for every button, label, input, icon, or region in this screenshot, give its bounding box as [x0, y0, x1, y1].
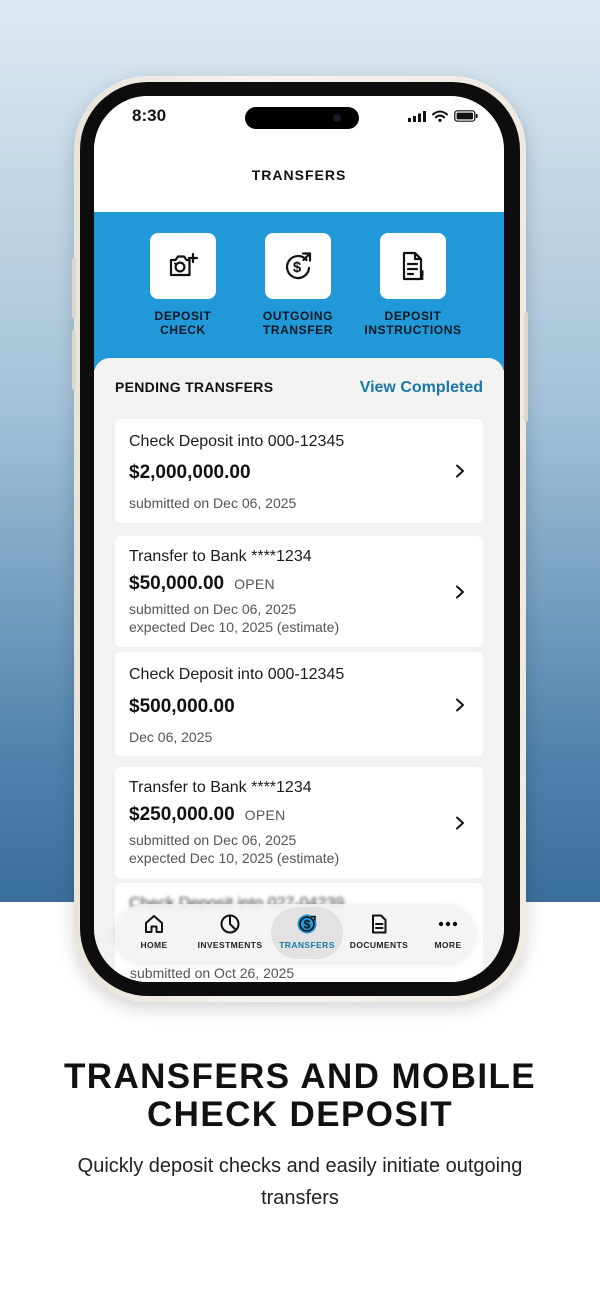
outgoing-transfer-button[interactable]: $ OUTGOING TRANSFER [238, 233, 358, 337]
document-icon [372, 914, 387, 934]
chevron-right-icon [456, 698, 464, 712]
deposit-check-label: DEPOSIT CHECK [154, 309, 212, 337]
status-time: 8:30 [132, 106, 167, 125]
card-submitted: submitted on Oct 26, 2025 [130, 965, 295, 981]
tab-investments[interactable]: INVESTMENTS [195, 904, 265, 962]
deposit-instructions-button[interactable]: DEPOSIT INSTRUCTIONS [353, 233, 473, 337]
tab-label: MORE [434, 940, 462, 950]
battery-icon [454, 110, 478, 122]
page-title: TRANSFERS [251, 167, 347, 183]
transfer-card[interactable]: Transfer to Bank ****1234 $50,000.00 OPEN… [115, 536, 483, 647]
pie-chart-icon [220, 914, 240, 934]
chevron-right-icon [456, 816, 464, 830]
marketing-headline: TRANSFERS AND MOBILE CHECK DEPOSIT [64, 1057, 536, 1134]
quick-actions: DEPOSIT CHECK $ OUTGOING TRANSFER DEPOSI… [94, 212, 504, 370]
status-badge: OPEN [234, 576, 275, 592]
camera-plus-icon [169, 252, 199, 277]
svg-text:$: $ [304, 918, 311, 932]
tab-documents[interactable]: DOCUMENTS [344, 904, 414, 962]
card-date: Dec 06, 2025 [129, 729, 213, 745]
status-badge: OPEN [244, 807, 286, 823]
phone-screen: 8:30 TRANSFERS DEPOSIT CHECK $ OUTGOING … [94, 96, 504, 982]
tab-more[interactable]: MORE [413, 904, 483, 962]
home-icon [145, 915, 163, 933]
section-title: PENDING TRANSFERS [115, 379, 274, 395]
deposit-instructions-label: DEPOSIT INSTRUCTIONS [364, 309, 462, 337]
pending-transfers-section: PENDING TRANSFERS View Completed Check D… [94, 358, 504, 982]
nav-header: TRANSFERS [94, 142, 504, 212]
card-title: Transfer to Bank ****1234 [129, 779, 312, 796]
card-amount: $2,000,000.00 [129, 462, 251, 483]
marketing-subline: Quickly deposit checks and easily initia… [77, 1155, 523, 1209]
view-completed-link[interactable]: View Completed [360, 379, 483, 397]
tab-home[interactable]: HOME [119, 904, 189, 962]
card-amount: $500,000.00 [129, 696, 235, 717]
phone-power-button [524, 312, 528, 422]
status-icons [408, 110, 478, 122]
card-amount: $50,000.00 OPEN [129, 573, 275, 594]
outgoing-transfer-label: OUTGOING TRANSFER [262, 309, 334, 337]
card-title: Check Deposit into 000-12345 [129, 433, 345, 450]
deposit-check-button[interactable]: DEPOSIT CHECK [123, 233, 243, 337]
transfer-dollar-icon: $ [297, 914, 317, 934]
svg-text:$: $ [293, 259, 302, 276]
document-list-icon [402, 251, 424, 281]
card-amount: $250,000.00 OPEN [129, 804, 286, 825]
status-bar: 8:30 [94, 96, 504, 142]
tab-bar: HOME INVESTMENTS $ TRANSFERS DOCUMENTS M… [115, 904, 475, 962]
phone-volume-down-button [72, 330, 76, 390]
card-title: Transfer to Bank ****1234 [129, 548, 312, 565]
chevron-right-icon [456, 464, 464, 478]
deposit-check-tile [150, 233, 216, 299]
dollar-transfer-icon: $ [285, 252, 312, 280]
signal-icon [408, 110, 426, 122]
card-expected: expected Dec 10, 2025 (estimate) [129, 850, 340, 866]
deposit-instructions-tile [380, 233, 446, 299]
more-icon [438, 921, 458, 927]
wifi-icon [432, 110, 448, 122]
tab-transfers[interactable]: $ TRANSFERS [272, 904, 342, 962]
transfer-card[interactable]: Transfer to Bank ****1234 $250,000.00 OPE… [115, 767, 483, 878]
transfer-card[interactable]: Check Deposit into 000-12345 $2,000,000.… [115, 419, 483, 523]
card-submitted: submitted on Dec 06, 2025 [129, 601, 297, 617]
card-submitted: submitted on Dec 06, 2025 [129, 832, 297, 848]
chevron-right-icon [456, 585, 464, 599]
dynamic-island [245, 107, 359, 129]
card-title: Check Deposit into 000-12345 [129, 666, 345, 683]
outgoing-transfer-tile: $ [265, 233, 331, 299]
phone-volume-up-button [72, 258, 76, 318]
card-submitted: submitted on Dec 06, 2025 [129, 495, 297, 511]
card-expected: expected Dec 10, 2025 (estimate) [129, 619, 340, 635]
transfer-card[interactable]: Check Deposit into 000-12345 $500,000.00… [115, 652, 483, 756]
